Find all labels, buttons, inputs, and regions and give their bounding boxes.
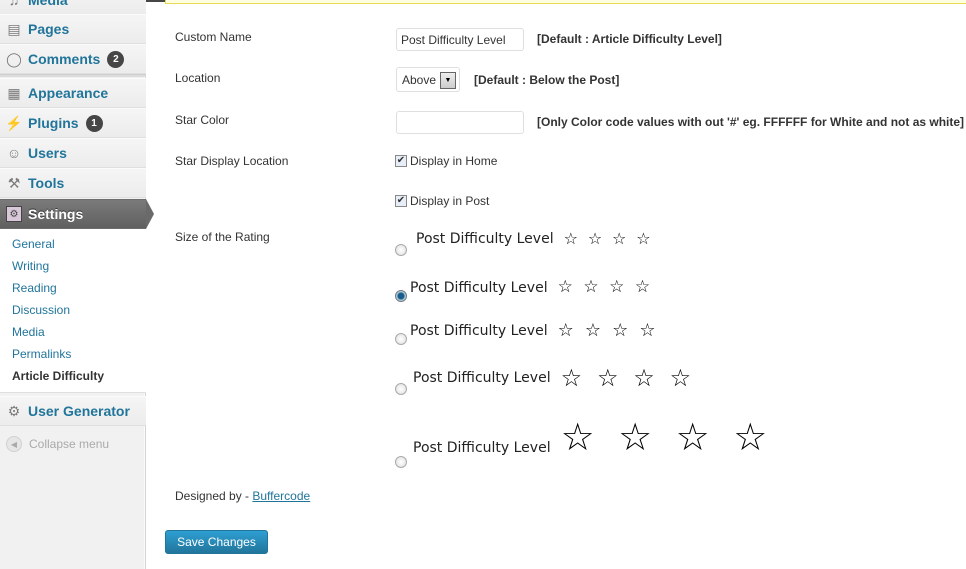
rating-size-option-1: Post Difficulty Level ☆ ☆ ☆ ☆ [416,229,654,248]
rating-size-radio-3[interactable] [395,333,407,345]
save-changes-button[interactable]: Save Changes [165,530,268,554]
custom-name-input[interactable] [396,28,524,51]
pages-icon: ▤ [7,20,21,37]
display-in-post-checkbox[interactable]: ✔ [395,195,407,207]
designed-by-credit: Designed by - Buffercode [175,489,310,503]
submenu-writing[interactable]: Writing [12,259,49,273]
gear-icon: ⚙ [7,402,21,419]
menu-separator [0,74,146,77]
active-menu-pointer [146,199,154,229]
admin-notice-border [165,0,966,4]
custom-name-hint: [Default : Article Difficulty Level] [537,32,722,46]
display-in-home-checkbox[interactable]: ✔ [395,155,407,167]
rating-size-label: Size of the Rating [175,230,270,244]
rating-stars-preview: ☆ ☆ ☆ ☆ [560,364,695,392]
location-selected-value: Above [402,72,437,87]
rating-preview-text: Post Difficulty Level [413,440,551,456]
menu-item-pages[interactable]: ▤ Pages [0,14,146,44]
rating-preview-text: Post Difficulty Level [416,231,554,247]
tools-icon: ⚒ [7,174,21,191]
rating-size-radio-5[interactable] [395,456,407,468]
star-color-hint: [Only Color code values with out '#' eg.… [537,115,965,129]
rating-size-option-3: Post Difficulty Level ☆ ☆ ☆ ☆ [410,322,658,340]
rating-size-option-5: Post Difficulty Level ☆ ☆ ☆ ☆ [413,418,773,456]
submenu-general[interactable]: General [12,237,55,251]
location-hint: [Default : Below the Post] [474,73,620,87]
admin-sidebar: ♫ Media ▤ Pages ◯ Comments 2 ▦ Appearanc… [0,0,146,569]
collapse-arrow-icon: ◀ [6,436,22,452]
location-select[interactable]: Above ▼ [396,67,460,92]
designed-by-text: Designed by - [175,489,253,503]
rating-preview-text: Post Difficulty Level [413,370,551,386]
rating-stars-preview: ☆ ☆ ☆ ☆ [557,320,659,341]
media-icon: ♫ [8,0,20,8]
menu-item-appearance[interactable]: ▦ Appearance [0,78,146,108]
plugins-update-badge: 1 [85,114,103,132]
submenu-media[interactable]: Media [12,325,45,339]
rating-size-radio-2[interactable] [395,290,407,302]
submenu-reading[interactable]: Reading [12,281,57,295]
settings-icon: ⚙ [6,206,22,222]
rating-size-radio-4[interactable] [395,383,407,395]
location-label: Location [175,71,221,85]
settings-submenu: General Writing Reading Discussion Media… [0,229,146,393]
menu-item-user-generator[interactable]: ⚙ User Generator [0,396,146,426]
display-in-home-option[interactable]: ✔ Display in Home [395,154,497,168]
rating-size-radio-1[interactable] [395,244,407,256]
menu-item-media[interactable]: ♫ Media [0,0,146,15]
submenu-discussion[interactable]: Discussion [12,303,70,317]
dropdown-arrow-icon: ▼ [440,72,456,89]
custom-name-label: Custom Name [175,30,252,44]
submenu-article-difficulty[interactable]: Article Difficulty [12,369,104,383]
menu-item-comments[interactable]: ◯ Comments 2 [0,44,146,74]
rating-stars-preview: ☆ ☆ ☆ ☆ [560,415,773,459]
star-color-label: Star Color [175,113,230,127]
rating-size-option-2: Post Difficulty Level ☆ ☆ ☆ ☆ [410,279,653,296]
menu-item-tools[interactable]: ⚒ Tools [0,168,146,198]
comments-count-badge: 2 [107,50,125,68]
menu-item-settings[interactable]: ⚙ Settings [0,199,146,229]
rating-stars-preview: ☆ ☆ ☆ ☆ [563,229,654,248]
star-color-input[interactable] [396,111,524,134]
star-display-location-label: Star Display Location [175,154,289,168]
menu-item-plugins[interactable]: ⚡ Plugins 1 [0,108,146,138]
plugins-icon: ⚡ [5,114,23,131]
appearance-icon: ▦ [7,84,21,101]
display-in-post-option[interactable]: ✔ Display in Post [395,194,489,208]
buffercode-link[interactable]: Buffercode [252,489,310,503]
display-in-post-label: Display in Post [410,194,490,208]
rating-preview-text: Post Difficulty Level [410,323,548,339]
rating-size-option-4: Post Difficulty Level ☆ ☆ ☆ ☆ [413,366,695,390]
display-in-home-label: Display in Home [410,154,498,168]
rating-preview-text: Post Difficulty Level [410,279,548,296]
users-icon: ☺ [6,145,22,161]
collapse-menu-button[interactable]: ◀ Collapse menu [0,430,146,458]
comments-icon: ◯ [6,50,22,67]
menu-item-users[interactable]: ☺ Users [0,138,146,168]
rating-stars-preview: ☆ ☆ ☆ ☆ [557,277,653,297]
submenu-permalinks[interactable]: Permalinks [12,347,71,361]
